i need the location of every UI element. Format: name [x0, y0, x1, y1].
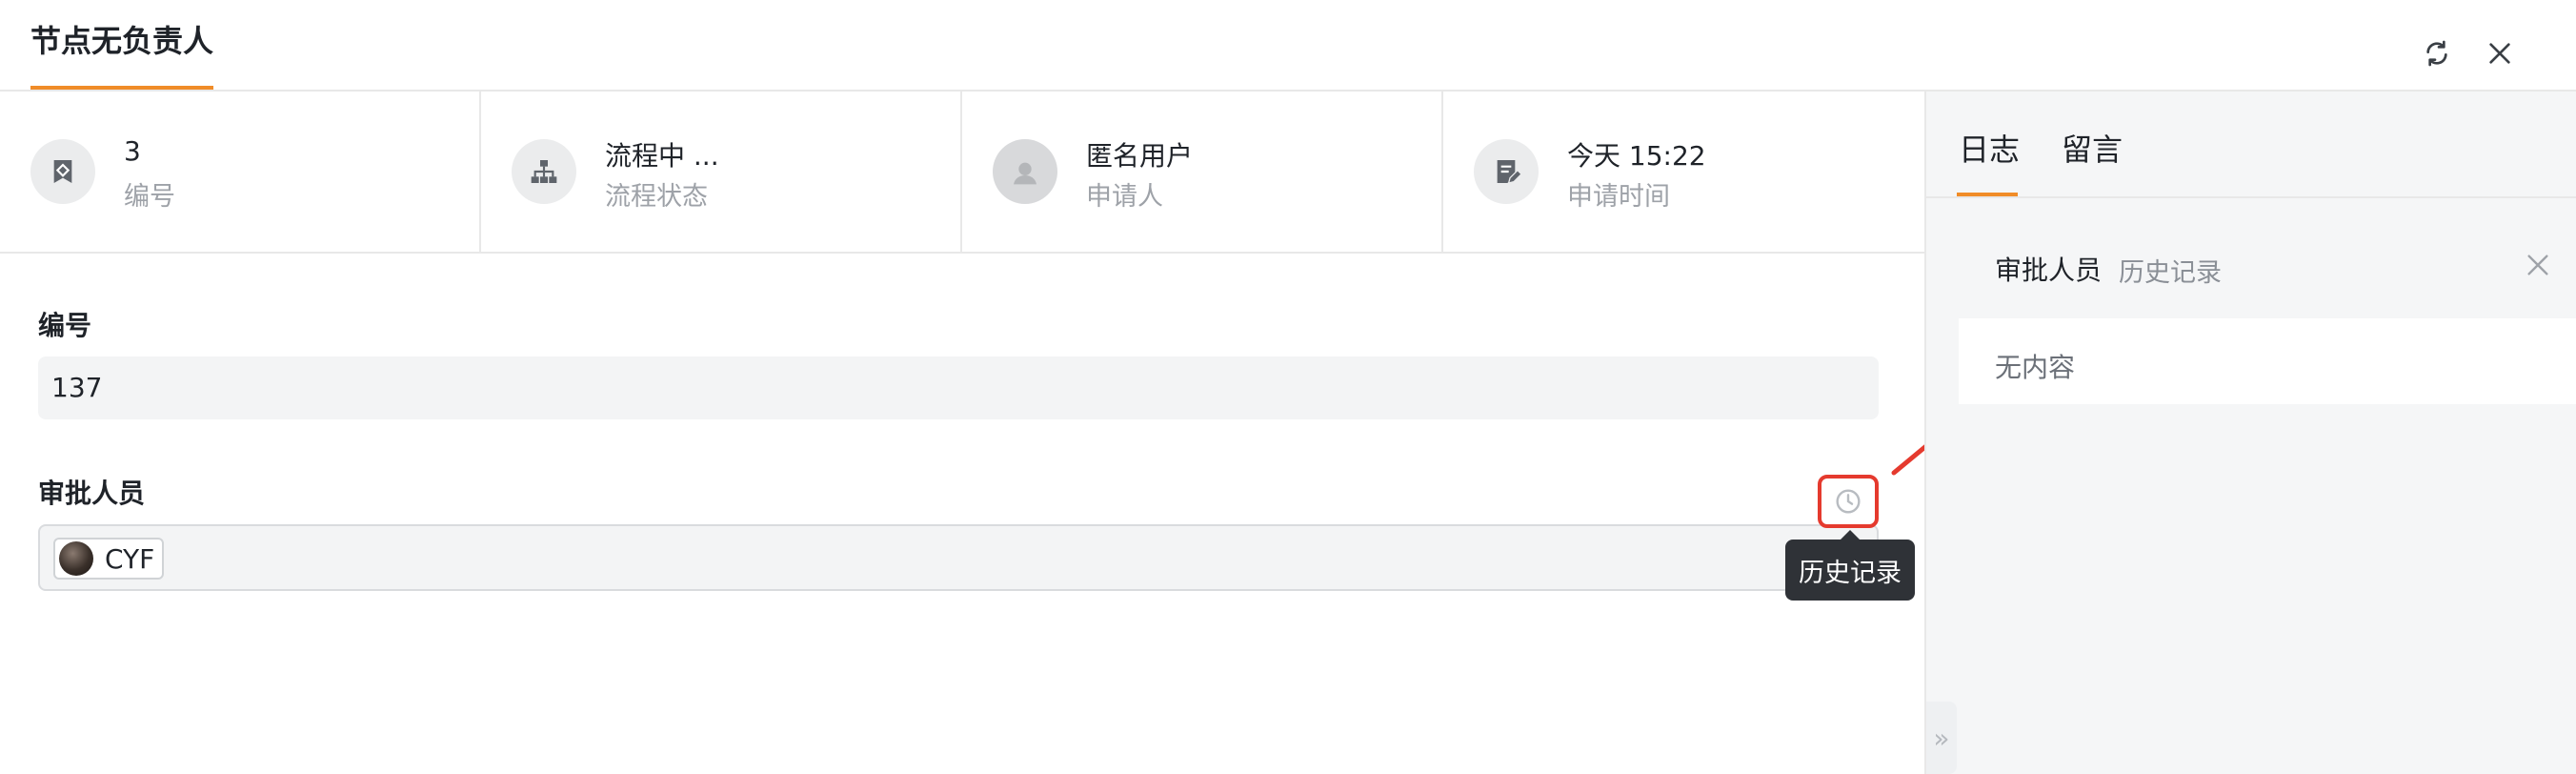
- org-chart-icon: [512, 139, 576, 204]
- approver-field-label: 审批人员: [38, 478, 146, 509]
- info-value: 流程中 ...: [605, 140, 719, 172]
- history-panel-tag: 历史记录: [2119, 258, 2222, 288]
- history-button[interactable]: [1818, 475, 1879, 528]
- edit-doc-icon: [1474, 139, 1539, 204]
- number-field-label: 编号: [38, 310, 92, 341]
- right-panel: 日志 留言 审批人员 历史记录 无内容 »: [1924, 92, 2576, 774]
- history-card: 无内容: [1959, 318, 2576, 404]
- tab-comments[interactable]: 留言: [2062, 126, 2123, 170]
- tag-icon: [30, 139, 95, 204]
- info-label: 编号: [124, 182, 175, 212]
- history-clock-icon: [1836, 489, 1861, 514]
- number-field-value: 137: [51, 372, 103, 403]
- history-panel-title: 审批人员: [1995, 255, 2103, 286]
- info-value: 今天 15:22: [1567, 140, 1706, 172]
- double-chevron-right-icon: »: [1933, 722, 1950, 754]
- user-chip[interactable]: CYF: [53, 538, 165, 580]
- tab-log[interactable]: 日志: [1959, 126, 2020, 170]
- info-strip: 3 编号 流程中 ... 流程状态 匿名用户 申请人 今天 15:22 申请时间: [0, 92, 1924, 254]
- active-tab-underline: [1957, 193, 2018, 196]
- info-label: 流程状态: [605, 182, 708, 212]
- close-icon: [2527, 255, 2548, 275]
- refresh-button[interactable]: [2418, 34, 2456, 72]
- number-field[interactable]: 137: [38, 356, 1879, 419]
- right-panel-tabs: 日志 留言: [1926, 92, 2576, 198]
- info-value: 匿名用户: [1086, 140, 1194, 172]
- user-chip-name: CYF: [105, 542, 155, 575]
- collapse-panel-button[interactable]: »: [1926, 702, 1957, 774]
- info-cell-status: 流程中 ... 流程状态: [481, 92, 962, 252]
- close-icon: [2489, 43, 2510, 64]
- user-avatar-icon: [993, 139, 1057, 204]
- history-tooltip: 历史记录: [1785, 530, 1915, 601]
- info-value: 3: [124, 135, 141, 167]
- approver-field[interactable]: CYF: [38, 524, 1879, 591]
- empty-text: 无内容: [1995, 352, 2076, 383]
- dialog-header: 节点无负责人: [0, 0, 2576, 92]
- title-underline: [30, 86, 213, 90]
- info-label: 申请时间: [1567, 182, 1670, 212]
- avatar: [59, 541, 93, 576]
- info-label: 申请人: [1086, 182, 1163, 212]
- close-button[interactable]: [2481, 34, 2519, 72]
- info-cell-number: 3 编号: [0, 92, 481, 252]
- history-panel-close-button[interactable]: [2519, 246, 2557, 284]
- info-cell-applicant: 匿名用户 申请人: [962, 92, 1443, 252]
- info-cell-time: 今天 15:22 申请时间: [1443, 92, 1924, 252]
- page-title: 节点无负责人: [30, 23, 214, 59]
- refresh-icon: [2426, 40, 2447, 67]
